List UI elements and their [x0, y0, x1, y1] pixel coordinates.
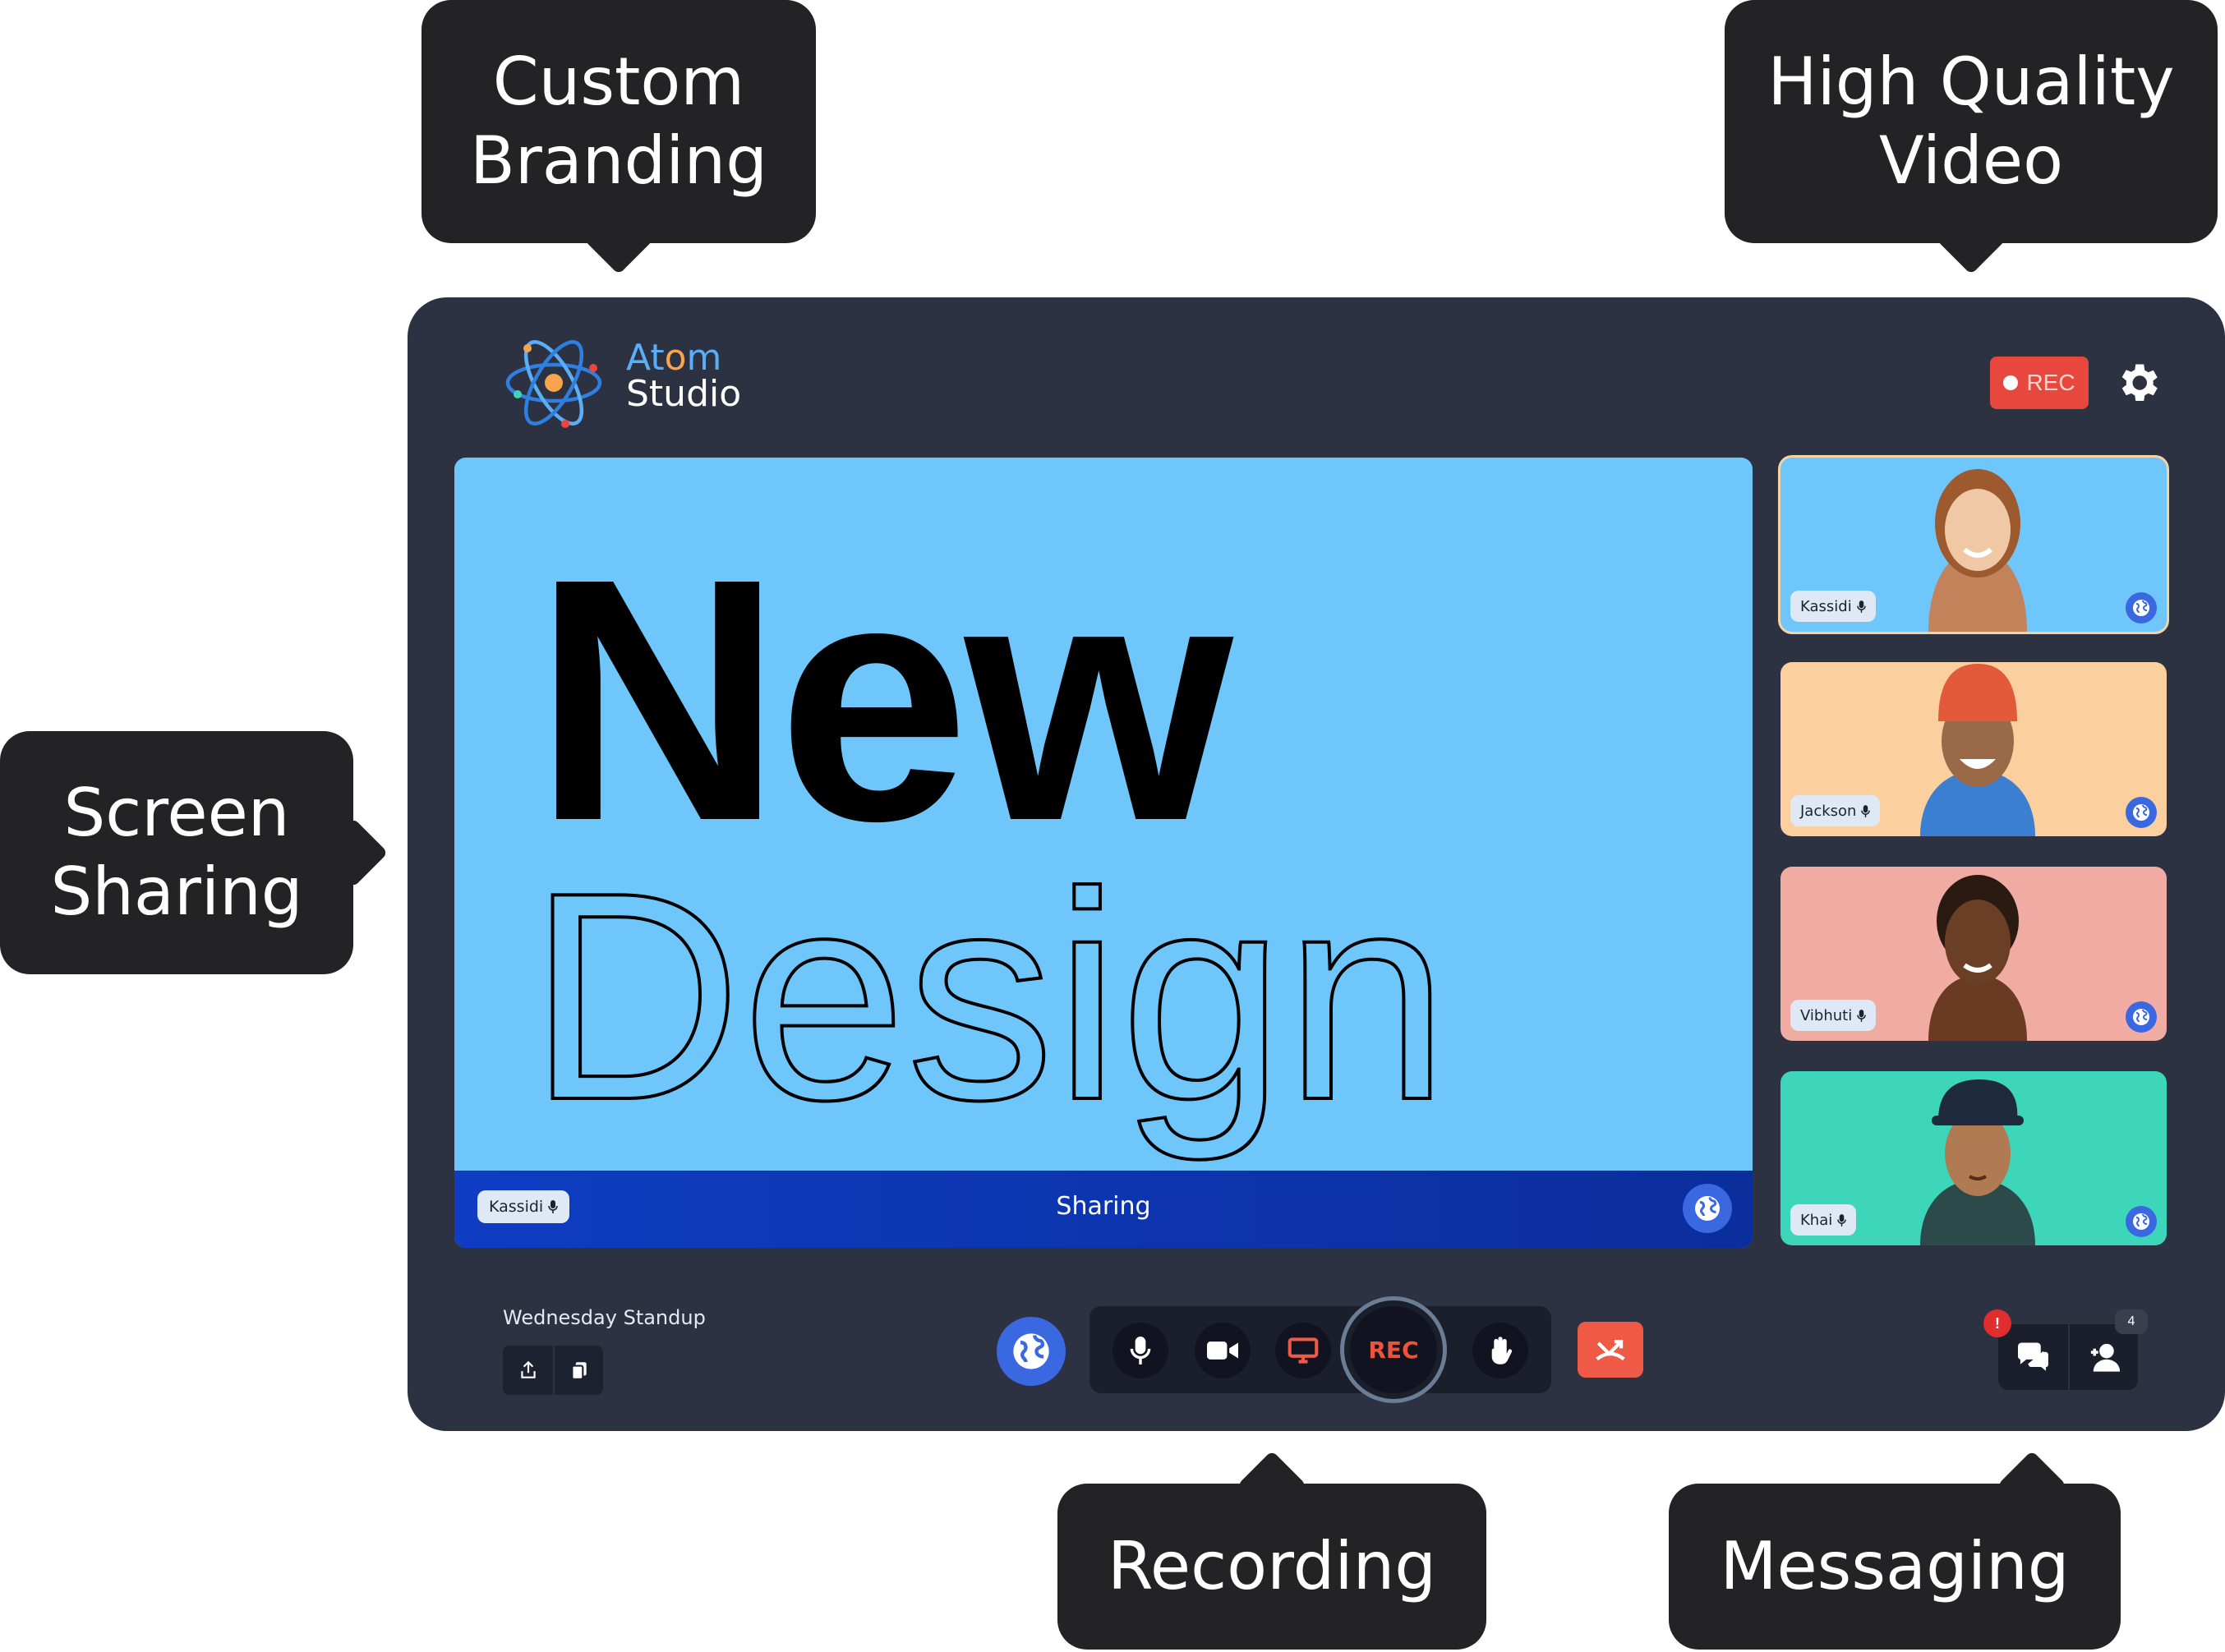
atom-logo-icon — [505, 340, 602, 428]
record-button-label: REC — [1350, 1306, 1437, 1393]
participant-name-pill: Kassidi — [1790, 591, 1876, 622]
shared-screen-stage: New Design Kassidi Sharing — [454, 458, 1753, 1248]
messaging-controls — [1998, 1324, 2138, 1390]
recording-indicator[interactable]: REC — [1990, 357, 2089, 409]
chat-alert-badge: ! — [1983, 1309, 2011, 1337]
sharing-status: Sharing — [1056, 1192, 1151, 1221]
copy-icon[interactable] — [553, 1346, 603, 1395]
callout-recording-text: Recording — [1107, 1528, 1437, 1604]
globe-icon[interactable] — [2126, 797, 2157, 828]
microphone-icon — [1861, 804, 1871, 817]
microphone-icon — [1837, 1213, 1847, 1226]
callout-high-quality-video-text: High Quality Video — [1767, 44, 2175, 199]
chat-icon[interactable] — [1998, 1324, 2068, 1390]
record-button[interactable]: REC — [1340, 1296, 1447, 1403]
participants-count-badge: 4 — [2115, 1309, 2148, 1334]
globe-icon[interactable] — [2126, 1001, 2157, 1033]
callout-custom-branding: Custom Branding — [422, 0, 816, 275]
end-call-icon[interactable] — [1578, 1322, 1643, 1378]
participant-name-pill: Jackson — [1790, 795, 1881, 826]
microphone-icon — [1856, 600, 1866, 613]
camera-icon[interactable] — [1195, 1323, 1251, 1378]
brand-line2: Studio — [626, 373, 742, 415]
record-dot-icon — [2003, 375, 2019, 390]
participant-video-avatar — [1920, 664, 2035, 836]
callout-high-quality-video: High Quality Video — [1725, 0, 2218, 275]
brand-name: Atom Studio — [626, 340, 741, 412]
slide-title-line2-graphic: Design — [528, 830, 1451, 1165]
callout-messaging: Messaging — [1669, 1450, 2121, 1650]
participant-name-pill: Vibhuti — [1790, 1000, 1877, 1031]
slide-title-line2: Design — [528, 831, 1449, 1163]
callout-screen-sharing: Screen Sharing — [0, 731, 389, 974]
participant-video-avatar — [1928, 469, 2027, 632]
globe-icon[interactable] — [2126, 1206, 2157, 1237]
participant-name: Jackson — [1800, 802, 1857, 820]
gear-icon[interactable] — [2113, 358, 2163, 407]
participant-name: Vibhuti — [1800, 1006, 1853, 1024]
globe-icon[interactable] — [2126, 592, 2157, 624]
raise-hand-icon[interactable] — [1472, 1323, 1528, 1378]
callout-recording: Recording — [1057, 1450, 1486, 1650]
globe-icon[interactable] — [1683, 1184, 1732, 1233]
globe-icon[interactable] — [997, 1317, 1066, 1386]
meeting-app-window: Atom Studio REC New Design Kassidi Shari… — [408, 297, 2225, 1431]
participant-tile[interactable]: Khai — [1780, 1071, 2167, 1245]
participants-icon[interactable] — [2068, 1324, 2138, 1390]
participant-tile[interactable]: Jackson — [1780, 662, 2167, 836]
call-controls: REC — [1089, 1296, 1551, 1403]
recording-indicator-label: REC — [2026, 370, 2075, 395]
microphone-icon — [1857, 1009, 1867, 1022]
microphone-icon[interactable] — [1112, 1323, 1168, 1378]
screen-share-icon[interactable] — [1275, 1323, 1331, 1378]
callout-custom-branding-text: Custom Branding — [470, 44, 767, 199]
participant-name: Kassidi — [1800, 597, 1852, 615]
callout-screen-sharing-text: Screen Sharing — [50, 775, 303, 930]
participant-name: Khai — [1800, 1211, 1833, 1229]
meeting-actions — [503, 1346, 603, 1395]
participant-tile[interactable]: Vibhuti — [1780, 867, 2167, 1041]
participant-video-avatar — [1928, 875, 2027, 1041]
participant-video-avatar — [1920, 1079, 2035, 1245]
sharing-bar: Kassidi Sharing — [454, 1171, 1753, 1248]
callout-messaging-text: Messaging — [1720, 1528, 2070, 1604]
share-icon[interactable] — [503, 1346, 553, 1395]
participant-name-pill: Khai — [1790, 1204, 1857, 1236]
participant-tile[interactable]: Kassidi — [1780, 458, 2167, 632]
meeting-title: Wednesday Standup — [503, 1306, 706, 1329]
